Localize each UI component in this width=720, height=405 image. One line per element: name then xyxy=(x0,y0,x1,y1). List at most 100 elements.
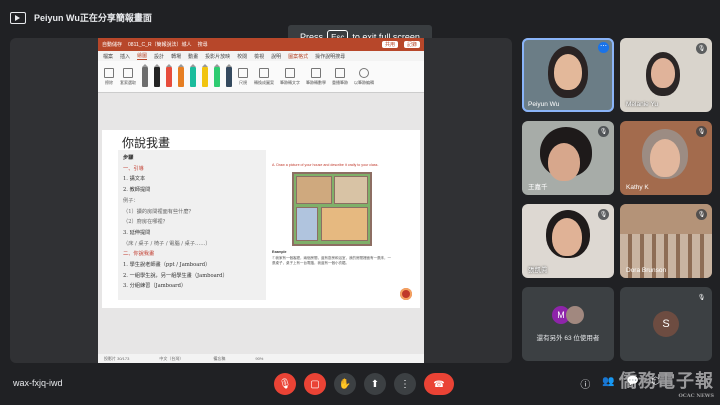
more-options-button[interactable]: ⋮ xyxy=(394,373,416,395)
section-you-say-i-draw: 二、你說我畫 xyxy=(123,251,155,258)
tab-help[interactable]: 說明 xyxy=(271,53,281,60)
participant-tile[interactable]: 🎙 王嘉千 xyxy=(522,121,614,195)
tab-review[interactable]: 校閱 xyxy=(237,53,247,60)
tab-tell-me[interactable]: 操作說明搜尋 xyxy=(315,53,345,60)
ink-edit-label: 以筆跡編輯 xyxy=(354,79,374,85)
participant-face xyxy=(552,218,582,256)
participant-tile[interactable]: 🎙 Kathy K xyxy=(620,121,712,195)
ink-to-math-button[interactable]: 筆跡轉數學 xyxy=(306,67,326,86)
room-bedroom xyxy=(334,176,368,204)
lasso-label: 套索選取 xyxy=(120,79,136,85)
participant-face xyxy=(651,58,675,88)
pen-green[interactable] xyxy=(214,63,220,87)
slide: 你說我畫 步驟 一、引導 1. 講文本 2. 教師提問 例子： （1）讀的房間裡… xyxy=(102,130,420,308)
pen-black[interactable] xyxy=(154,63,160,87)
decorative-bead xyxy=(400,288,412,300)
mic-off-icon: 🎙 xyxy=(278,378,292,390)
pen-gray[interactable] xyxy=(142,63,148,87)
tab-insert[interactable]: 插入 xyxy=(120,53,130,60)
example-area: A. Draw a picture of your house and desc… xyxy=(270,162,398,300)
practice-3: 3. 分組練習（Jamboard） xyxy=(123,283,187,290)
present-icon: ⬆ xyxy=(370,378,380,390)
ink-to-shape-button[interactable]: 轉換成圖案 xyxy=(254,67,274,86)
ppt-status-bar: 投影片 30/173 中文（台灣） 備忘稿 90% xyxy=(98,354,424,363)
lasso-button[interactable]: 套索選取 xyxy=(120,67,136,86)
step-2: 2. 教師提問 xyxy=(123,187,151,194)
text-icon xyxy=(285,67,295,78)
pen-red[interactable] xyxy=(166,63,172,87)
step-1: 1. 講文本 xyxy=(123,176,146,183)
tab-animations[interactable]: 動畫 xyxy=(188,53,198,60)
present-button[interactable]: ⬆ xyxy=(364,373,386,395)
participant-name: 王嘉千 xyxy=(528,184,548,191)
camera-toggle-button[interactable]: ▢ xyxy=(304,373,326,395)
mic-toggle-button[interactable]: 🎙 xyxy=(274,373,296,395)
tab-design[interactable]: 設計 xyxy=(154,53,164,60)
ruler-button[interactable]: 尺規 xyxy=(238,67,248,86)
info-icon[interactable]: ⓘ xyxy=(580,376,590,391)
example-caption: A. Draw a picture of your house and desc… xyxy=(272,163,379,167)
pen-orange[interactable] xyxy=(178,63,184,87)
participant-tile[interactable]: ⋯ Peiyun Wu xyxy=(522,38,614,112)
toggle-icon xyxy=(359,67,369,78)
present-screen-icon xyxy=(10,11,26,24)
ink-to-text-button[interactable]: 筆跡轉文字 xyxy=(280,67,300,86)
replay-icon xyxy=(335,67,345,78)
slide-title: 你說我畫 xyxy=(122,136,171,150)
notes-button[interactable]: 備忘稿 xyxy=(213,356,225,362)
tab-slideshow[interactable]: 投影片放映 xyxy=(205,53,230,60)
ppt-record-button[interactable]: 記錄 xyxy=(403,41,420,48)
more-options-icon[interactable]: ⋯ xyxy=(598,42,609,53)
section-guide: 一、引導 xyxy=(123,165,144,172)
autosave-label[interactable]: 自動儲存 xyxy=(102,41,122,48)
ink-replay-button[interactable]: 重播筆跡 xyxy=(332,67,348,86)
other-participants-tile[interactable]: M 還有另外 63 位使用者 xyxy=(522,287,614,361)
ppt-search[interactable]: 搜尋 xyxy=(198,41,208,48)
avatar-photo xyxy=(566,306,584,324)
meeting-code: wax-fxjq-iwd xyxy=(13,378,63,388)
slide-count: 投影片 30/173 xyxy=(104,355,130,361)
question-1: （1）讀的房間裡面有些什麼？ xyxy=(123,208,194,215)
ppt-share-button[interactable]: 共用 xyxy=(381,41,398,48)
participant-name: Kathy K xyxy=(626,184,649,191)
ppt-filename: 0811_C_R（簡報說法）城人 xyxy=(128,42,192,48)
zoom-level[interactable]: 90% xyxy=(255,356,263,361)
math-icon xyxy=(311,67,321,78)
raise-hand-button[interactable]: ✋ xyxy=(334,373,356,395)
example-text: Example ①我家有一個客廳，兩個房間，還有廚房和浴室，我的房間裡面有一張床… xyxy=(272,250,392,267)
ink-to-math-label: 筆跡轉數學 xyxy=(306,79,326,85)
pen-navy[interactable] xyxy=(226,63,232,87)
participant-tile[interactable]: 🎙 S xyxy=(620,287,712,361)
ink-edit-button[interactable]: 以筆跡編輯 xyxy=(354,67,374,86)
ppt-ribbon: 擦除 套索選取 尺規 轉換成圖案 筆跡轉文字 筆跡轉數學 重播筆跡 以筆跡編輯 xyxy=(98,61,424,93)
participant-name: Melanie Yu xyxy=(626,101,659,108)
eraser-label: 擦除 xyxy=(105,79,113,85)
tab-transitions[interactable]: 轉場 xyxy=(171,53,181,60)
step-3-items: （床 / 桌子 / 椅子 / 電腦 / 桌子……） xyxy=(123,240,211,247)
eraser-button[interactable]: 擦除 xyxy=(104,67,114,86)
steps-box: 步驟 一、引導 1. 講文本 2. 教師提問 例子： （1）讀的房間裡面有些什麼… xyxy=(118,150,266,300)
tab-draw[interactable]: 繪圖 xyxy=(137,52,148,60)
other-participants-count: 還有另外 63 位使用者 xyxy=(536,335,600,342)
mic-off-icon: 🎙 xyxy=(696,292,707,303)
tab-file[interactable]: 檔案 xyxy=(103,53,113,60)
example-label: 例子： xyxy=(123,197,139,204)
participant-tile[interactable]: 🎙 張凱眞 xyxy=(522,204,614,278)
ppt-titlebar: 自動儲存 0811_C_R（簡報說法）城人 搜尋 共用 記錄 xyxy=(98,38,424,51)
call-controls: 🎙 ▢ ✋ ⬆ ⋮ ☎ xyxy=(274,373,454,395)
practice-2: 2. 一組學生說，另一組學生畫（Jamboard） xyxy=(123,272,228,279)
avatar: S xyxy=(653,311,679,337)
mic-off-icon: 🎙 xyxy=(696,126,707,137)
tab-view[interactable]: 檢視 xyxy=(254,53,264,60)
watermark-sub: OCAC NEWS xyxy=(678,393,714,399)
floor-plan-image xyxy=(292,172,372,246)
participant-tile[interactable]: 🎙 Melanie Yu xyxy=(620,38,712,112)
bottom-bar: wax-fxjq-iwd 🎙 ▢ ✋ ⬆ ⋮ ☎ ⓘ 👥 💬 ⬡ 僑務電子報 O… xyxy=(0,364,720,405)
participant-tile[interactable]: 🎙 Dora Brunson xyxy=(620,204,712,278)
people-icon[interactable]: 👥 xyxy=(602,376,614,391)
hand-icon: ✋ xyxy=(338,378,352,390)
pen-yellow[interactable] xyxy=(202,63,208,87)
tab-shape-format[interactable]: 圖案格式 xyxy=(288,53,308,60)
leave-call-button[interactable]: ☎ xyxy=(424,373,454,395)
pen-teal[interactable] xyxy=(190,63,196,87)
